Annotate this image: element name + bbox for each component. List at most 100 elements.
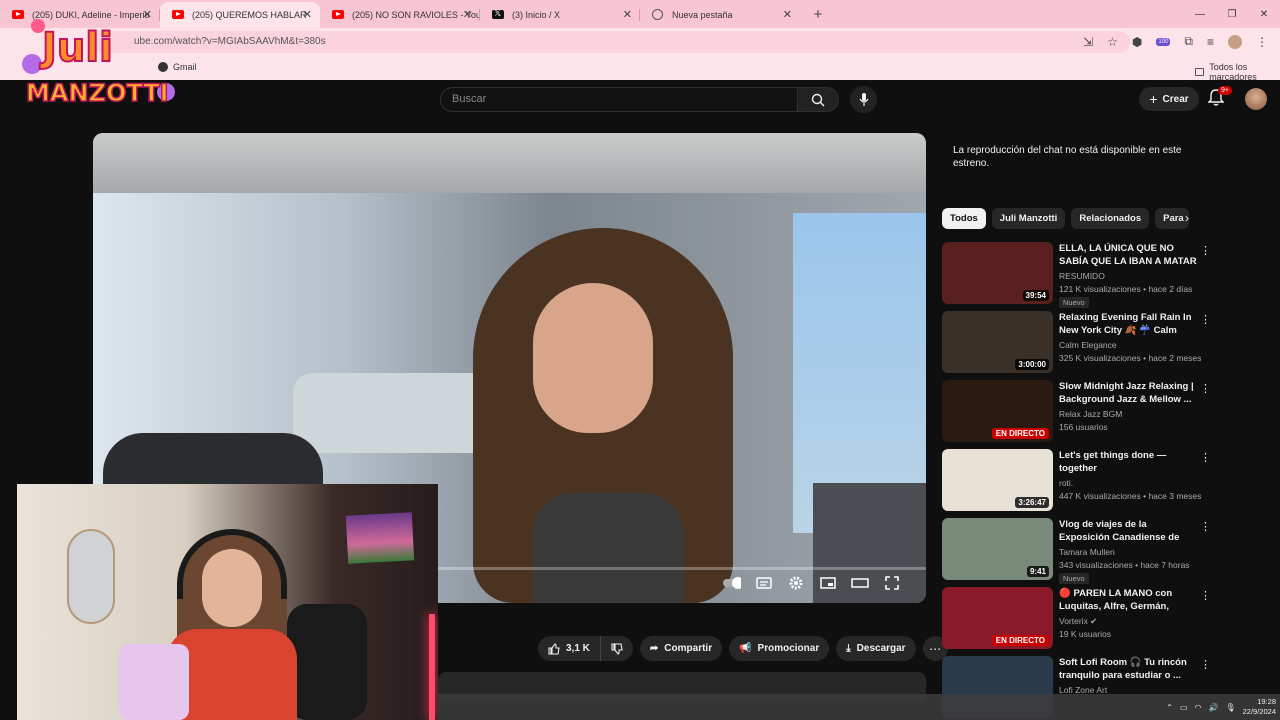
- microphone-icon[interactable]: 🎙: [1225, 703, 1235, 712]
- video-title[interactable]: Vlog de viajes de la Exposición Canadien…: [1059, 518, 1199, 545]
- share-label: Compartir: [664, 643, 713, 654]
- more-vert-icon[interactable]: ⋮: [1200, 244, 1211, 257]
- voice-search-button[interactable]: [850, 86, 877, 113]
- video-title[interactable]: Relaxing Evening Fall Rain In New York C…: [1059, 311, 1199, 338]
- video-title[interactable]: Let's get things done — together: [1059, 449, 1199, 475]
- fullscreen-icon[interactable]: [883, 576, 901, 590]
- minimize-icon[interactable]: —: [1184, 0, 1216, 28]
- video-title[interactable]: Slow Midnight Jazz Relaxing | Background…: [1059, 380, 1199, 406]
- new-badge: Nuevo: [1059, 297, 1089, 308]
- search-button[interactable]: [797, 87, 839, 112]
- settings-icon[interactable]: [787, 576, 805, 590]
- more-vert-icon[interactable]: ⋮: [1200, 658, 1211, 671]
- recommendation-item[interactable]: EN DIRECTO 🔴 PAREN LA MANO con Luquitas,…: [942, 587, 1214, 656]
- channel-name[interactable]: Vorterix ✔: [1059, 616, 1097, 627]
- close-icon[interactable]: ✕: [623, 8, 632, 21]
- more-vert-icon[interactable]: ⋮: [1200, 313, 1211, 326]
- filter-chips: Todos Juli Manzotti Relacionados Para: [942, 208, 1190, 229]
- subtitles-icon[interactable]: [755, 576, 773, 590]
- maximize-icon[interactable]: ❐: [1216, 0, 1248, 28]
- chip-relacionados[interactable]: Relacionados: [1071, 208, 1150, 229]
- theater-mode-icon[interactable]: [851, 576, 869, 590]
- browser-tab[interactable]: Nueva pestaña ✕: [640, 2, 800, 28]
- chip-para-ti[interactable]: Para: [1155, 208, 1190, 229]
- video-thumbnail[interactable]: EN DIRECTO: [942, 587, 1053, 649]
- extensions-icon[interactable]: ⧉: [1184, 34, 1193, 49]
- tab-title: (205) NO SON RAVIOLES - YouT: [352, 10, 480, 20]
- video-thumbnail[interactable]: 3:26:47: [942, 449, 1053, 511]
- live-badge: EN DIRECTO: [991, 428, 1049, 439]
- duration-badge: 3:00:00: [1015, 359, 1049, 370]
- video-thumbnail[interactable]: EN DIRECTO: [942, 380, 1053, 442]
- search-input[interactable]: Buscar: [440, 87, 798, 112]
- video-title[interactable]: Soft Lofi Room 🎧 Tu rincón tranquilo par…: [1059, 656, 1199, 682]
- chip-todos[interactable]: Todos: [942, 208, 986, 229]
- channel-name[interactable]: RESUMIDO: [1059, 271, 1105, 281]
- microphone-icon: [859, 92, 868, 106]
- chip-juli-manzotti[interactable]: Juli Manzotti: [991, 208, 1066, 229]
- close-icon[interactable]: ✕: [783, 8, 792, 21]
- star-icon[interactable]: ☆: [1107, 35, 1118, 49]
- recommendation-item[interactable]: 9:41 Vlog de viajes de la Exposición Can…: [942, 518, 1214, 587]
- live-badge: EN DIRECTO: [991, 635, 1049, 646]
- create-button[interactable]: + Crear: [1139, 87, 1199, 111]
- megaphone-icon: 📢: [739, 643, 752, 654]
- create-label: Crear: [1162, 93, 1189, 105]
- channel-name[interactable]: Tamara Mullen: [1059, 547, 1115, 557]
- download-button[interactable]: ⤓ Descargar: [836, 636, 916, 661]
- chevron-up-icon[interactable]: ⌃: [1166, 703, 1173, 712]
- more-vert-icon[interactable]: ⋮: [1200, 520, 1211, 533]
- network-icon[interactable]: ▭: [1180, 703, 1188, 712]
- install-icon[interactable]: ⇲: [1083, 35, 1093, 49]
- video-thumbnail[interactable]: 9:41: [942, 518, 1053, 580]
- promote-button[interactable]: 📢 Promocionar: [729, 636, 830, 661]
- new-tab-button[interactable]: +: [806, 2, 830, 26]
- url-field[interactable]: ube.com/watch?v=MGIAbSAAVhM&t=380s: [90, 31, 1130, 53]
- share-button[interactable]: ➦ Compartir: [639, 636, 723, 661]
- video-title[interactable]: 🔴 PAREN LA MANO con Luquitas, Alfre, Ger…: [1059, 587, 1199, 614]
- chevron-right-icon[interactable]: ›: [1185, 211, 1189, 225]
- video-meta: 19 K usuarios: [1059, 629, 1111, 639]
- svg-text:Juli: Juli: [39, 25, 113, 71]
- media-icon[interactable]: ≡: [1207, 35, 1214, 49]
- close-icon[interactable]: ✕: [463, 8, 472, 21]
- extension-badge[interactable]: 100: [1156, 37, 1171, 46]
- recommendation-item[interactable]: 39:54 ELLA, LA ÚNICA QUE NO SABÍA QUE LA…: [942, 242, 1214, 311]
- close-icon[interactable]: ✕: [303, 8, 312, 21]
- miniplayer-icon[interactable]: [819, 576, 837, 590]
- more-vert-icon[interactable]: ⋮: [1200, 589, 1211, 602]
- dislike-button[interactable]: [601, 636, 633, 661]
- profile-avatar[interactable]: [1228, 34, 1242, 49]
- browser-tab-active[interactable]: (205) QUEREMOS HABLAR ✕: [160, 2, 320, 28]
- like-button[interactable]: 3,1 K: [538, 636, 601, 661]
- video-thumbnail[interactable]: 39:54: [942, 242, 1053, 304]
- shield-icon[interactable]: ⬢: [1132, 35, 1142, 49]
- new-badge: Nuevo: [1059, 573, 1089, 584]
- user-avatar[interactable]: [1245, 88, 1267, 110]
- recommendation-item[interactable]: 3:26:47 Let's get things done — together…: [942, 449, 1214, 518]
- recommendation-item[interactable]: 3:00:00 Relaxing Evening Fall Rain In Ne…: [942, 311, 1214, 380]
- channel-name[interactable]: Relax Jazz BGM: [1059, 409, 1122, 419]
- duration-badge: 39:54: [1022, 290, 1049, 301]
- like-count: 3,1 K: [566, 643, 590, 654]
- more-vert-icon[interactable]: ⋮: [1200, 451, 1211, 464]
- search-icon: [811, 93, 825, 106]
- all-bookmarks[interactable]: Todos los marcadores: [1195, 62, 1280, 82]
- volume-icon[interactable]: 🔊: [1209, 703, 1219, 712]
- menu-icon[interactable]: ⋮: [1256, 35, 1268, 49]
- tab-title: Nueva pestaña: [672, 10, 733, 20]
- more-vert-icon[interactable]: ⋮: [1200, 382, 1211, 395]
- notifications-button[interactable]: 9+: [1207, 86, 1232, 109]
- channel-name[interactable]: Calm Elegance: [1059, 340, 1117, 350]
- close-window-icon[interactable]: ✕: [1248, 0, 1280, 28]
- browser-tab[interactable]: (205) NO SON RAVIOLES - YouT ✕: [320, 2, 480, 28]
- browser-tab[interactable]: (3) Inicio / X ✕: [480, 2, 640, 28]
- autoplay-toggle[interactable]: [723, 576, 741, 590]
- channel-name[interactable]: roti.: [1059, 478, 1073, 488]
- video-title[interactable]: ELLA, LA ÚNICA QUE NO SABÍA QUE LA IBAN …: [1059, 242, 1199, 268]
- taskbar: ⌃ ▭ ◠ 🔊 🎙 19:28 22/9/2024: [438, 694, 1280, 720]
- wifi-icon[interactable]: ◠: [1195, 703, 1202, 712]
- video-thumbnail[interactable]: 3:00:00: [942, 311, 1053, 373]
- clock[interactable]: 19:28 22/9/2024: [1243, 697, 1276, 717]
- recommendation-item[interactable]: EN DIRECTO Slow Midnight Jazz Relaxing |…: [942, 380, 1214, 449]
